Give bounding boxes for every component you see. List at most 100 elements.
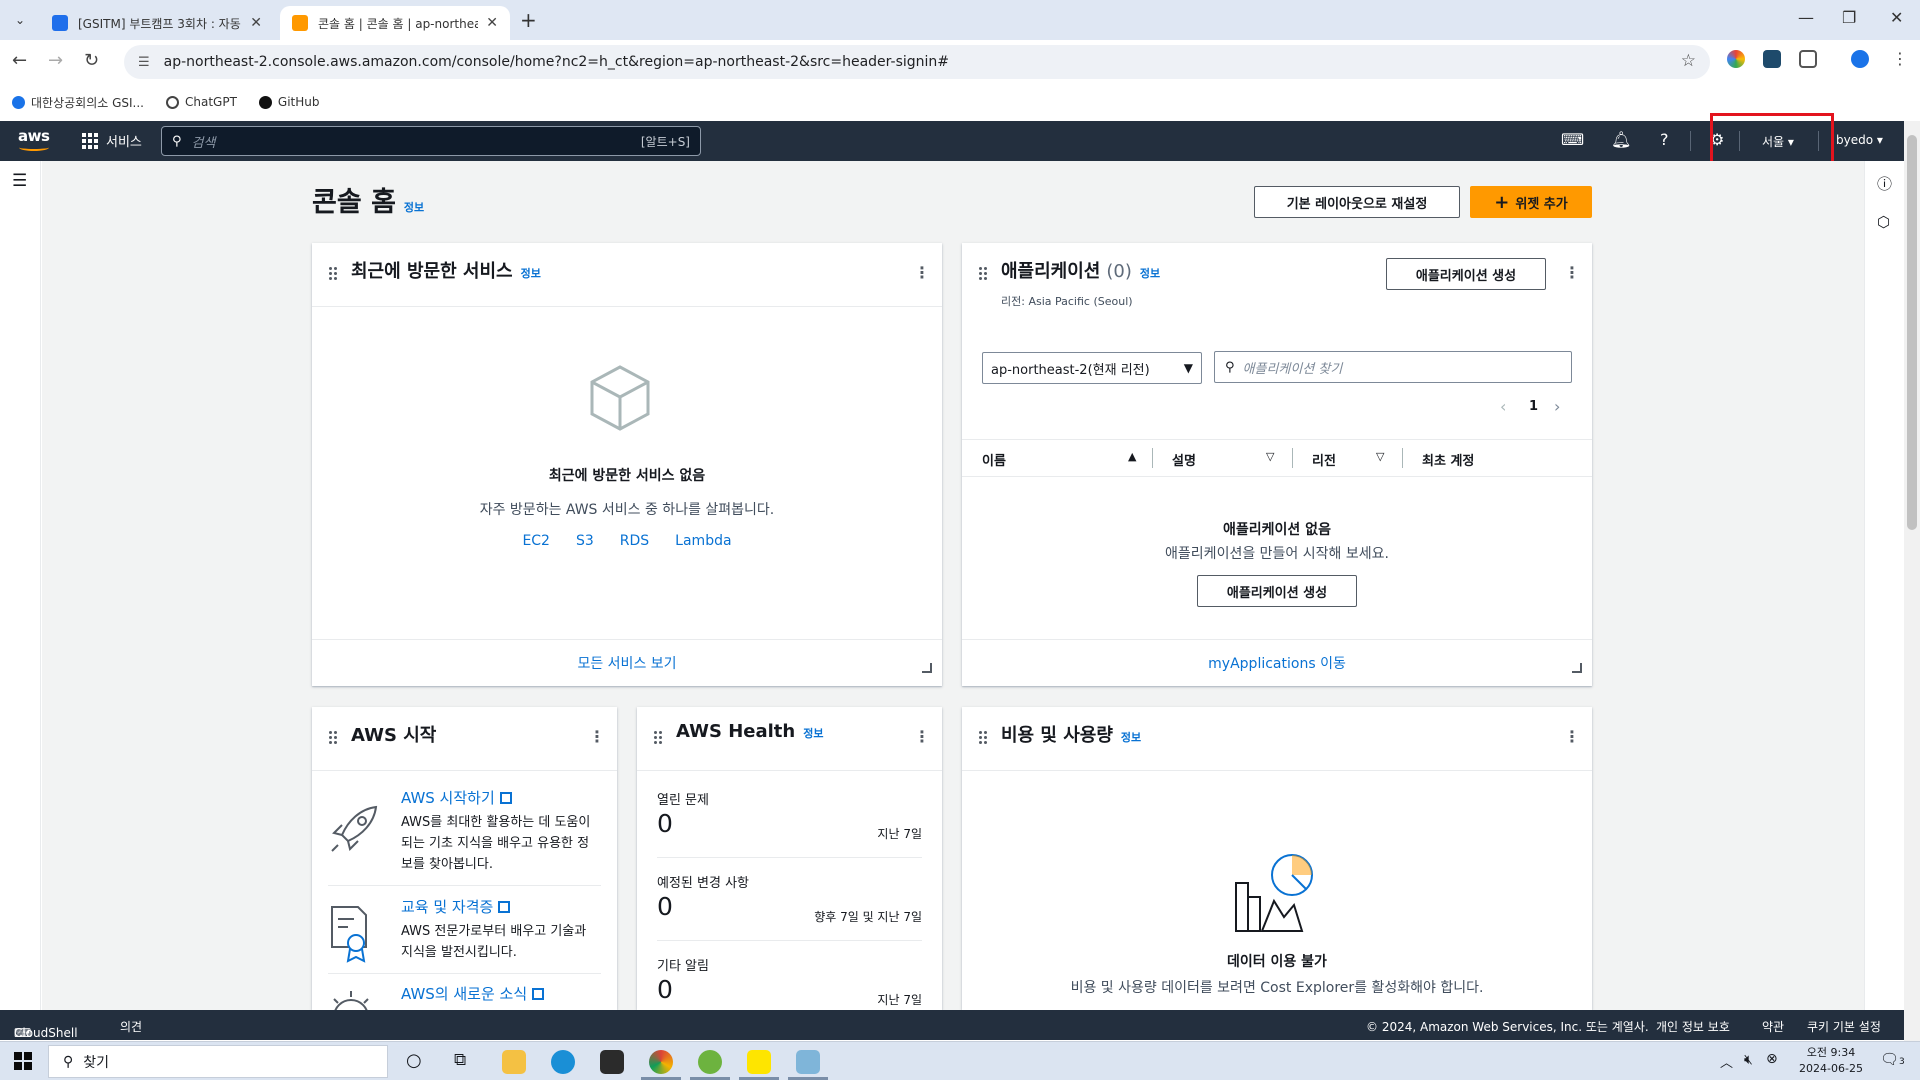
- account-menu[interactable]: byedo ▾: [1836, 133, 1883, 147]
- sort-ascending-icon[interactable]: ▲: [1128, 450, 1136, 463]
- service-link-rds[interactable]: RDS: [620, 533, 649, 549]
- reload-icon[interactable]: ↻: [84, 50, 99, 71]
- widget-menu-icon[interactable]: ⋮: [1564, 727, 1580, 746]
- cookie-preferences-link[interactable]: 쿠키 기본 설정: [1807, 1018, 1881, 1035]
- start-item-title[interactable]: AWS 시작하기: [401, 787, 601, 808]
- profile-avatar-icon[interactable]: [1851, 50, 1869, 68]
- column-header-first-account[interactable]: 최초 계정: [1422, 450, 1474, 469]
- mail-icon[interactable]: [600, 1050, 624, 1074]
- column-header-region[interactable]: 리전: [1312, 450, 1336, 469]
- services-menu-button[interactable]: 서비스: [82, 131, 142, 150]
- empty-create-application-button[interactable]: 애플리케이션 생성: [1197, 575, 1357, 607]
- service-link-s3[interactable]: S3: [576, 533, 594, 549]
- new-tab-icon[interactable]: +: [520, 8, 537, 32]
- browser-tab-gsitm[interactable]: [GSITM] 부트캠프 3회차 : 자동 ✕: [40, 6, 274, 40]
- info-link[interactable]: 정보: [1140, 265, 1160, 281]
- back-icon[interactable]: ←: [12, 50, 27, 71]
- bookmark-star-icon[interactable]: ☆: [1681, 51, 1696, 71]
- taskbar-search-input[interactable]: ⚲ 찾기: [48, 1045, 388, 1078]
- extension-react-icon[interactable]: [1763, 50, 1781, 68]
- browser-menu-icon[interactable]: ⋮: [1892, 50, 1910, 68]
- tray-chevron-up-icon[interactable]: ︿: [1720, 1052, 1733, 1071]
- aws-search-input[interactable]: ⚲ 검색 [알트+S]: [161, 126, 701, 156]
- aws-logo[interactable]: aws: [18, 127, 52, 153]
- terms-link[interactable]: 약관: [1762, 1018, 1784, 1035]
- resize-handle-icon[interactable]: [1572, 663, 1582, 673]
- tab-close-icon[interactable]: ✕: [486, 15, 498, 31]
- volume-muted-icon[interactable]: 🔇︎: [1744, 1052, 1753, 1068]
- task-view-icon[interactable]: ⧉: [454, 1050, 466, 1070]
- widget-menu-icon[interactable]: ⋮: [914, 727, 930, 746]
- my-applications-link[interactable]: myApplications 이동: [962, 653, 1592, 673]
- region-select[interactable]: ap-northeast-2(현재 리전) ▼: [982, 352, 1202, 384]
- spring-tool-icon[interactable]: [698, 1050, 722, 1074]
- info-link[interactable]: 정보: [1121, 729, 1141, 745]
- tab-close-icon[interactable]: ✕: [250, 15, 262, 31]
- taskbar-clock[interactable]: 오전 9:34 2024-06-25: [1786, 1045, 1876, 1077]
- cortana-icon[interactable]: ○: [406, 1050, 422, 1071]
- drag-handle-icon[interactable]: [979, 267, 987, 280]
- privacy-link[interactable]: 개인 정보 보호: [1656, 1018, 1730, 1035]
- file-explorer-icon[interactable]: [502, 1050, 526, 1074]
- drag-handle-icon[interactable]: [979, 731, 987, 744]
- widget-menu-icon[interactable]: ⋮: [589, 727, 605, 746]
- health-open-issues-value[interactable]: 0: [657, 809, 673, 838]
- bookmark-item-github[interactable]: GitHub: [258, 95, 320, 109]
- edge-icon[interactable]: [551, 1050, 575, 1074]
- bookmark-label: ChatGPT: [185, 95, 237, 109]
- browser-tab-console-home[interactable]: 콘솔 홈 | 콘솔 홈 | ap-northeast ✕: [280, 6, 510, 40]
- tab-search-chevron-icon[interactable]: ⌄: [8, 8, 32, 32]
- info-panel-icon[interactable]: ⓘ: [1877, 173, 1892, 194]
- create-application-button[interactable]: 애플리케이션 생성: [1386, 258, 1546, 290]
- scrollbar-thumb[interactable]: [1907, 135, 1917, 530]
- start-item-title[interactable]: AWS의 새로운 소식: [401, 983, 601, 1004]
- reset-layout-button[interactable]: 기본 레이아웃으로 재설정: [1254, 186, 1460, 218]
- page-number[interactable]: 1: [1529, 399, 1538, 414]
- bookmark-item-korcham[interactable]: 대한상공회의소 GSI...: [12, 94, 144, 111]
- forward-icon[interactable]: →: [48, 50, 63, 71]
- extensions-puzzle-icon[interactable]: [1799, 50, 1817, 68]
- health-other-notifications-value[interactable]: 0: [657, 975, 673, 1004]
- sort-icon[interactable]: ▽: [1376, 450, 1384, 463]
- add-widget-button[interactable]: + 위젯 추가: [1470, 186, 1592, 218]
- column-header-name[interactable]: 이름: [982, 450, 1006, 469]
- site-info-icon[interactable]: ☰: [138, 55, 150, 70]
- info-link[interactable]: 정보: [521, 265, 541, 281]
- sort-icon[interactable]: ▽: [1266, 450, 1274, 463]
- window-close-icon[interactable]: ✕: [1890, 8, 1903, 27]
- extension-color-icon[interactable]: [1727, 50, 1745, 68]
- service-link-lambda[interactable]: Lambda: [675, 533, 731, 549]
- application-search-input[interactable]: ⚲ 애플리케이션 찾기: [1214, 351, 1572, 383]
- hamburger-menu-icon[interactable]: ☰: [12, 171, 27, 191]
- drag-handle-icon[interactable]: [329, 731, 337, 744]
- minimize-icon[interactable]: —: [1798, 8, 1814, 27]
- prev-page-icon[interactable]: ‹: [1500, 397, 1506, 416]
- info-link[interactable]: 정보: [803, 725, 823, 741]
- windows-start-icon[interactable]: [14, 1052, 32, 1070]
- resize-handle-icon[interactable]: [922, 663, 932, 673]
- health-scheduled-changes-value[interactable]: 0: [657, 892, 673, 921]
- drag-handle-icon[interactable]: [329, 267, 337, 280]
- chrome-icon[interactable]: [649, 1050, 673, 1074]
- url-input[interactable]: ☰ ap-northeast-2.console.aws.amazon.com/…: [124, 45, 1710, 79]
- info-link[interactable]: 정보: [404, 201, 424, 214]
- next-page-icon[interactable]: ›: [1554, 397, 1560, 416]
- feedback-link[interactable]: 의견: [120, 1018, 142, 1035]
- drag-handle-icon[interactable]: [654, 731, 662, 744]
- view-all-services-link[interactable]: 모든 서비스 보기: [312, 653, 942, 673]
- help-icon[interactable]: ?: [1660, 130, 1669, 149]
- widget-menu-icon[interactable]: ⋮: [914, 263, 930, 282]
- widget-menu-icon[interactable]: ⋮: [1564, 263, 1580, 282]
- column-header-description[interactable]: 설명: [1172, 450, 1196, 469]
- network-disconnected-icon[interactable]: ⊗: [1766, 1051, 1778, 1067]
- restore-icon[interactable]: ❐: [1842, 8, 1856, 27]
- app-window-icon[interactable]: [796, 1050, 820, 1074]
- start-item-title[interactable]: 교육 및 자격증: [401, 896, 601, 917]
- service-link-ec2[interactable]: EC2: [522, 533, 550, 549]
- notification-center-icon[interactable]: 🗨︎3: [1880, 1050, 1905, 1068]
- settings-panel-icon[interactable]: ⬡: [1877, 213, 1890, 231]
- bookmark-item-chatgpt[interactable]: ChatGPT: [166, 95, 237, 109]
- cloudshell-icon[interactable]: ⌨: [1561, 130, 1584, 149]
- kakaotalk-icon[interactable]: [747, 1050, 771, 1074]
- notifications-bell-icon[interactable]: 🔔︎: [1611, 130, 1631, 149]
